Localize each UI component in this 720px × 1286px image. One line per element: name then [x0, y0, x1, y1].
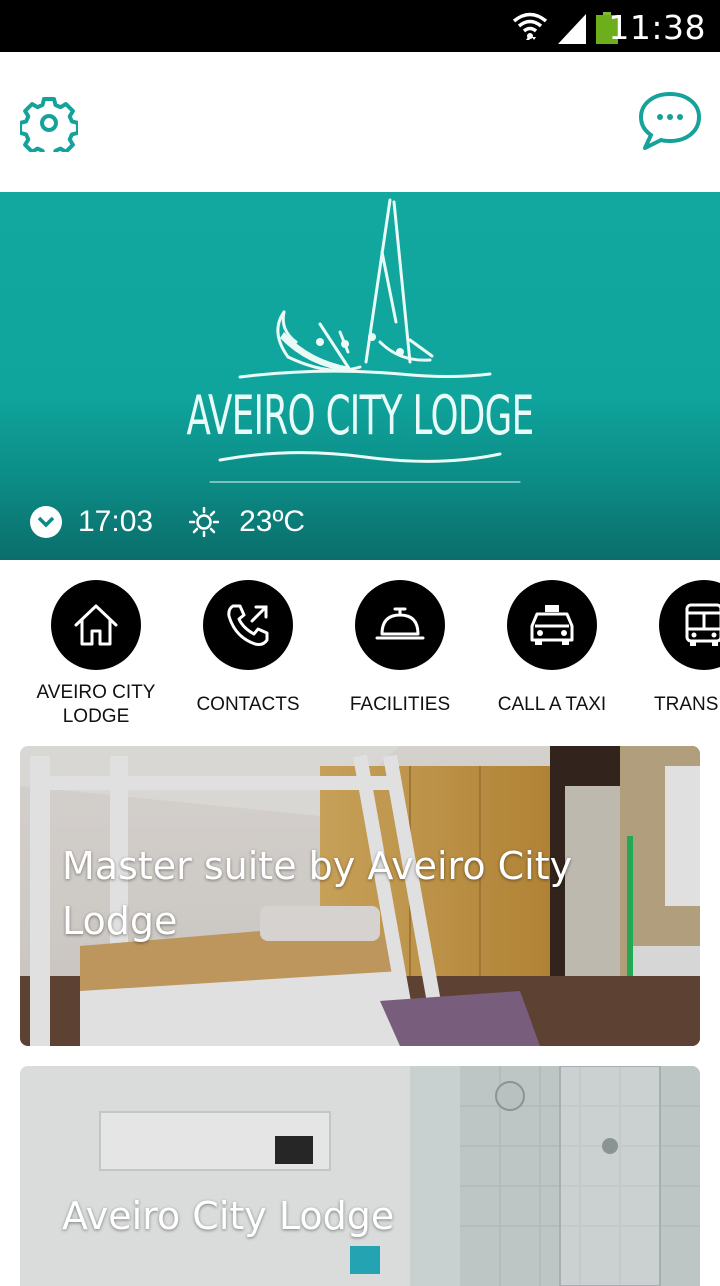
wifi-icon: [512, 12, 548, 40]
hero-banner: AVEIRO CITY LODGE 17:03 23ºC: [0, 192, 720, 560]
quick-action-label: CALL A TAXI: [497, 694, 607, 715]
home-icon: [74, 604, 118, 646]
phone-outgoing-icon: [227, 604, 269, 646]
quick-action-facilities[interactable]: FACILITIES: [325, 580, 475, 730]
content-card[interactable]: Master suite by Aveiro City Lodge: [20, 746, 700, 1046]
quick-action-label: CONTACTS: [196, 694, 300, 715]
card-title: Master suite by Aveiro City Lodge: [62, 844, 573, 943]
content-card[interactable]: Aveiro City Lodge: [20, 1066, 700, 1286]
settings-button[interactable]: [18, 94, 80, 159]
quick-action-label: FACILITIES: [349, 694, 451, 715]
status-bar: 11:38: [0, 0, 720, 52]
sun-icon: [189, 507, 220, 537]
hero-info: 17:03 23ºC: [30, 504, 305, 540]
quick-action-label: TRANS: [654, 694, 719, 715]
clock-icon: [30, 506, 62, 538]
card-title: Aveiro City Lodge: [62, 1194, 395, 1238]
brand-name: AVEIRO CITY LODGE: [186, 384, 535, 447]
taxi-icon: [530, 605, 574, 645]
chat-bubble-icon: [639, 92, 701, 150]
quick-action-label: AVEIRO CITY LODGE: [36, 682, 156, 727]
local-time: 17:03: [78, 505, 154, 538]
chat-button[interactable]: [636, 90, 704, 154]
quick-action-lodge[interactable]: AVEIRO CITY LODGE: [21, 580, 171, 730]
signal-icon: [558, 14, 586, 44]
sailboat-logo: [209, 198, 521, 483]
app-header: [0, 52, 720, 192]
quick-action-contacts[interactable]: CONTACTS: [173, 580, 323, 730]
bus-icon: [685, 603, 720, 646]
quick-action-taxi[interactable]: CALL A TAXI: [477, 580, 627, 730]
status-time: 11:38: [608, 8, 706, 47]
quick-actions-row: AVEIRO CITY LODGE CONTACTS FACILITIES CA…: [0, 560, 720, 740]
gear-icon: [18, 97, 80, 159]
temperature: 23ºC: [239, 505, 306, 538]
quick-action-transport[interactable]: TRANS: [629, 580, 720, 730]
service-bell-icon: [375, 607, 425, 640]
bathroom-photo: [20, 1066, 700, 1286]
